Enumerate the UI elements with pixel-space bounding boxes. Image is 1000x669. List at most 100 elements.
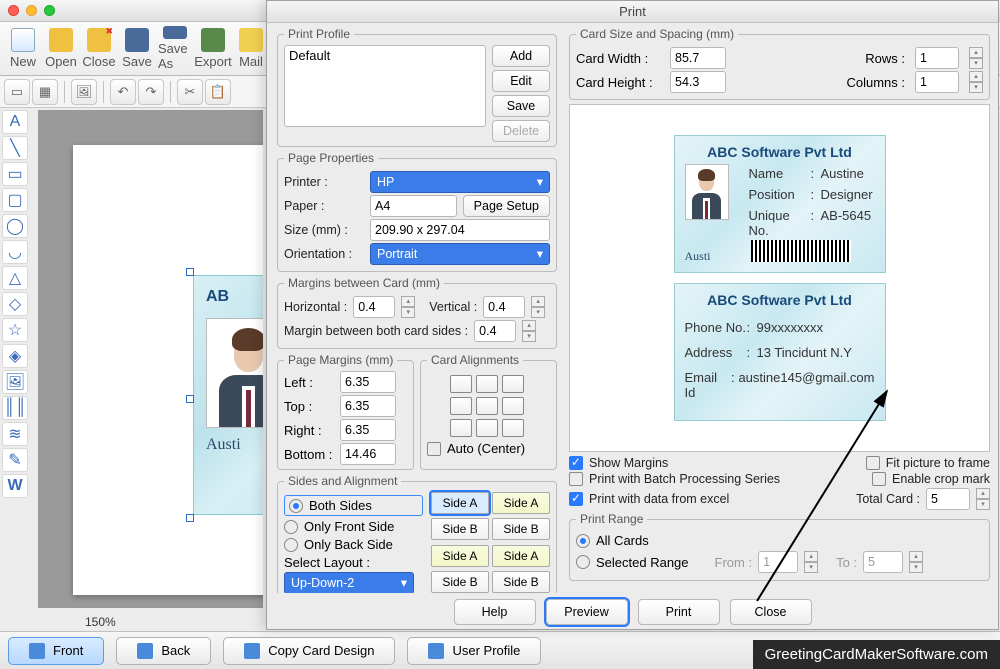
top-margin-input[interactable] (340, 395, 396, 417)
profile-delete-button[interactable]: Delete (492, 120, 550, 142)
wordart-tool[interactable]: W (2, 474, 28, 498)
both-stepper[interactable]: ▴▾ (522, 320, 536, 342)
profile-list[interactable]: Default (284, 45, 486, 127)
align-ml[interactable] (450, 397, 472, 415)
align-bl[interactable] (450, 419, 472, 437)
show-margins-checkbox[interactable] (569, 456, 583, 470)
new-button[interactable]: New (6, 26, 40, 71)
print-preview-area: ABC Software Pvt Ltd Name:Austine Positi… (569, 104, 990, 452)
vert-margin-input[interactable] (483, 296, 525, 318)
image-tool[interactable]: 🖼 (2, 370, 28, 394)
total-stepper[interactable]: ▴▾ (976, 488, 990, 510)
paper-select[interactable]: A4 (370, 195, 457, 217)
card-object[interactable]: AB Austi (193, 275, 263, 515)
tool-2[interactable]: ▦ (32, 79, 58, 105)
horiz-stepper[interactable]: ▴▾ (401, 296, 415, 318)
help-button[interactable]: Help (454, 599, 536, 625)
printer-select[interactable]: HP (370, 171, 550, 193)
export-button[interactable]: Export (196, 26, 230, 71)
tool-1[interactable]: ▭ (4, 79, 30, 105)
diamond-tool[interactable]: ◇ (2, 292, 28, 316)
close-button[interactable]: Close (82, 26, 116, 71)
layout-cell[interactable]: Side B (431, 571, 489, 593)
layout-cell[interactable]: Side A (492, 545, 550, 567)
both-sides-radio[interactable] (289, 499, 303, 513)
design-canvas[interactable]: AB Austi (38, 110, 263, 608)
tab-user-profile[interactable]: User Profile (407, 637, 541, 665)
zoom-window-icon[interactable] (44, 5, 55, 16)
profile-add-button[interactable]: Add (492, 45, 550, 67)
arc-tool[interactable]: ◡ (2, 240, 28, 264)
user-icon (428, 643, 444, 659)
bottom-margin-input[interactable] (340, 443, 396, 465)
tool-3[interactable]: 🖼 (71, 79, 97, 105)
redo-button[interactable]: ↷ (138, 79, 164, 105)
cols-stepper[interactable]: ▴▾ (969, 71, 983, 93)
rect-tool[interactable]: ▭ (2, 162, 28, 186)
line-tool[interactable]: ╲ (2, 136, 28, 160)
triangle-tool[interactable]: △ (2, 266, 28, 290)
fit-picture-checkbox[interactable] (866, 456, 880, 470)
layout-cell[interactable]: Side A (492, 492, 550, 514)
back-side-radio[interactable] (284, 538, 298, 552)
layout-cell[interactable]: Side B (492, 518, 550, 540)
barcode-tool[interactable]: ║║ (2, 396, 28, 420)
signature-tool[interactable]: ✎ (2, 448, 28, 472)
excel-checkbox[interactable] (569, 492, 583, 506)
align-br[interactable] (502, 419, 524, 437)
auto-center-checkbox[interactable] (427, 442, 441, 456)
close-window-icon[interactable] (8, 5, 19, 16)
align-tr[interactable] (502, 375, 524, 393)
align-mc[interactable] (476, 397, 498, 415)
open-button[interactable]: Open (44, 26, 78, 71)
save-as-button[interactable]: Save As (158, 26, 192, 71)
rounded-rect-tool[interactable]: ▢ (2, 188, 28, 212)
left-margin-input[interactable] (340, 371, 396, 393)
layout-cell[interactable]: Side B (492, 571, 550, 593)
layout-select[interactable]: Up-Down-2 (284, 572, 414, 593)
selected-range-radio[interactable] (576, 555, 590, 569)
watermark-tool[interactable]: ≋ (2, 422, 28, 446)
layout-cell[interactable]: Side A (431, 492, 489, 514)
both-margin-input[interactable] (474, 320, 516, 342)
zoom-level: 150% (85, 615, 116, 629)
preview-button[interactable]: Preview (546, 599, 628, 625)
minimize-window-icon[interactable] (26, 5, 37, 16)
layout-cell[interactable]: Side B (431, 518, 489, 540)
rows-stepper[interactable]: ▴▾ (969, 47, 983, 69)
align-bc[interactable] (476, 419, 498, 437)
front-side-radio[interactable] (284, 520, 298, 534)
ellipse-tool[interactable]: ◯ (2, 214, 28, 238)
align-mr[interactable] (502, 397, 524, 415)
layout-cell[interactable]: Side A (431, 545, 489, 567)
tab-copy-design[interactable]: Copy Card Design (223, 637, 395, 665)
horiz-margin-input[interactable] (353, 296, 395, 318)
vert-stepper[interactable]: ▴▾ (531, 296, 545, 318)
save-button[interactable]: Save (120, 26, 154, 71)
undo-button[interactable]: ↶ (110, 79, 136, 105)
tab-front[interactable]: Front (8, 637, 104, 665)
align-tc[interactable] (476, 375, 498, 393)
copy-button[interactable]: 📋 (205, 79, 231, 105)
total-card-input[interactable] (926, 488, 970, 510)
profile-save-button[interactable]: Save (492, 95, 550, 117)
text-tool[interactable]: A (2, 110, 28, 134)
orientation-select[interactable]: Portrait (370, 243, 550, 265)
callout-tool[interactable]: ◈ (2, 344, 28, 368)
star-tool[interactable]: ☆ (2, 318, 28, 342)
card-width-input[interactable] (670, 47, 726, 69)
all-cards-radio[interactable] (576, 534, 590, 548)
close-dialog-button[interactable]: Close (730, 599, 812, 625)
tab-back[interactable]: Back (116, 637, 211, 665)
rows-input[interactable] (915, 47, 959, 69)
cut-button[interactable]: ✂ (177, 79, 203, 105)
cols-input[interactable] (915, 71, 959, 93)
align-tl[interactable] (450, 375, 472, 393)
crop-mark-checkbox[interactable] (872, 472, 886, 486)
card-height-input[interactable] (670, 71, 726, 93)
print-button[interactable]: Print (638, 599, 720, 625)
profile-edit-button[interactable]: Edit (492, 70, 550, 92)
right-margin-input[interactable] (340, 419, 396, 441)
mail-button[interactable]: Mail (234, 26, 268, 71)
page-setup-button[interactable]: Page Setup (463, 195, 550, 217)
